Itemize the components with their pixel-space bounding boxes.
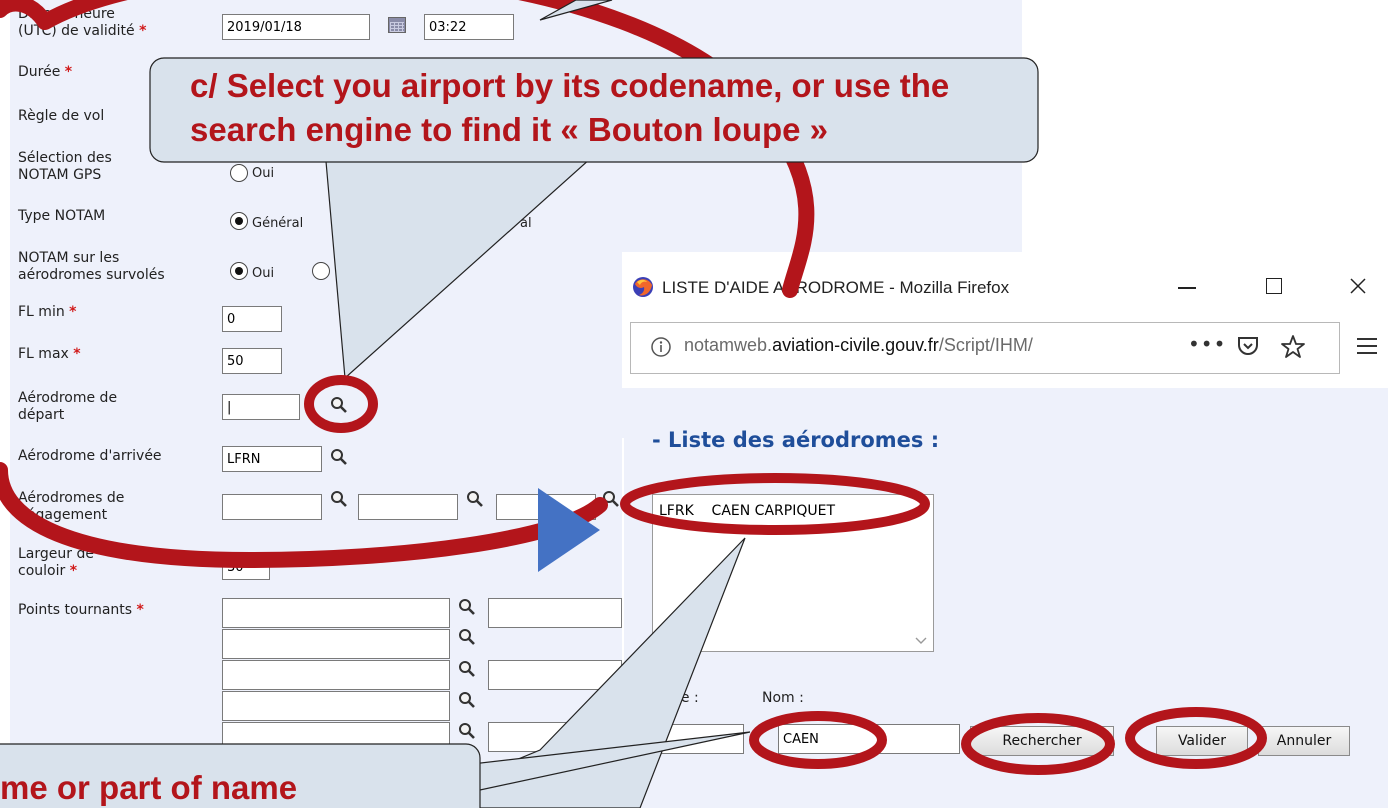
bottom-callout-text: me or part of name: [0, 769, 298, 806]
magnifier-highlight-ellipse: [304, 375, 378, 433]
nom-input-highlight-ellipse: [749, 711, 887, 769]
blue-arrow: [538, 488, 600, 572]
top-callout-line1: c/ Select you airport by its codename, o…: [190, 67, 950, 104]
top-callout-tail: [324, 149, 602, 380]
search-button-highlight-ellipse: [961, 713, 1115, 775]
top-callout-line2: search engine to find it « Bouton loupe …: [190, 111, 829, 148]
validate-button-highlight-ellipse: [1125, 707, 1267, 769]
top-callout-text: c/ Select you airport by its codename, o…: [190, 64, 949, 152]
list-item-highlight-ellipse: [620, 473, 930, 535]
